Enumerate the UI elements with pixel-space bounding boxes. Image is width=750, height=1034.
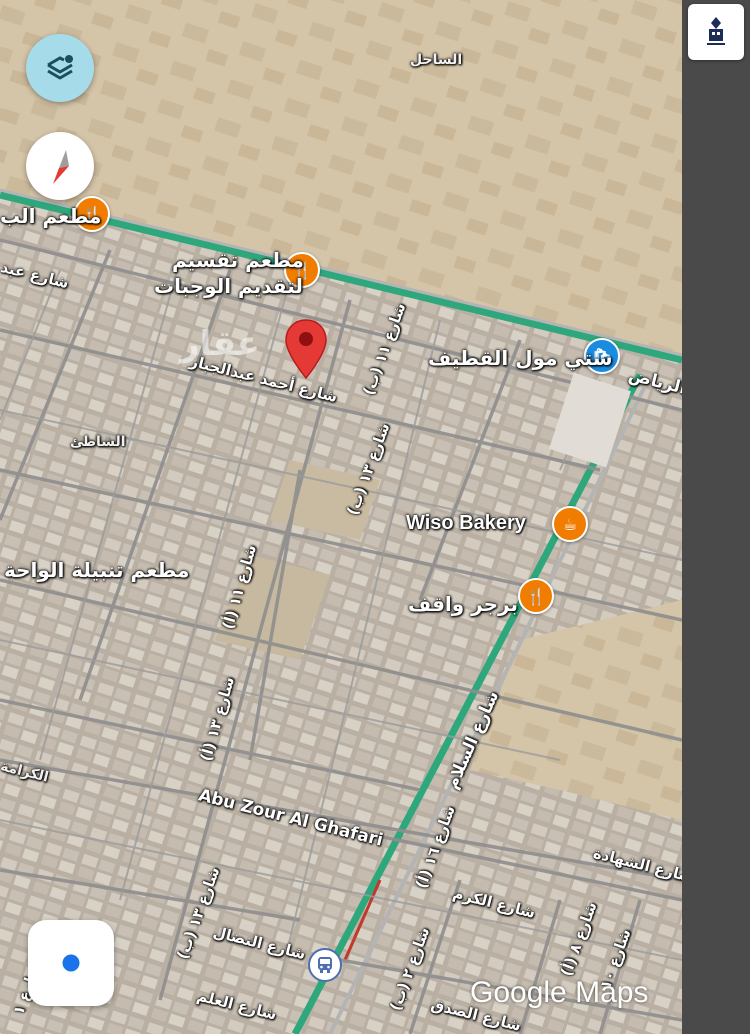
right-sidebar [682, 0, 750, 1034]
poi-label-tanbila[interactable]: مطعم تنبيلة الواحة [4, 558, 189, 582]
area-label-shati: الشاطئ [70, 434, 126, 450]
restaurant-icon[interactable]: 🍴 [518, 578, 554, 614]
bus-stop-icon[interactable] [308, 948, 342, 982]
my-location-button[interactable] [28, 920, 114, 1006]
area-label-sahel: الساحل [410, 52, 463, 68]
app-logo-button[interactable] [688, 4, 744, 60]
poi-label-taqseem-line2[interactable]: لتقديم الوجبات [154, 274, 303, 298]
app-logo-icon [707, 17, 725, 45]
google-maps-logo: Google Maps [470, 976, 649, 1009]
layers-icon [47, 55, 73, 80]
poi-label-city-mall[interactable]: ستي مول القطيف [428, 346, 613, 370]
cafe-icon[interactable]: ☕ [552, 506, 588, 542]
compass-icon [53, 150, 69, 184]
map-view[interactable]: عقار الساحل الشاطئ الكرامة شارع عبد شارع… [0, 0, 682, 1034]
poi-label-burger-waqif[interactable]: برجر واقف [408, 592, 518, 616]
compass-button[interactable] [26, 132, 94, 200]
my-location-icon [59, 951, 83, 975]
location-pin-icon[interactable] [284, 318, 328, 384]
poi-label-wiso-bakery[interactable]: Wiso Bakery [406, 512, 526, 535]
poi-label-restaurant-top[interactable]: مطعم الب [0, 204, 101, 228]
layers-button[interactable] [26, 34, 94, 102]
poi-label-taqseem[interactable]: مطعم تقسيم [172, 248, 304, 272]
